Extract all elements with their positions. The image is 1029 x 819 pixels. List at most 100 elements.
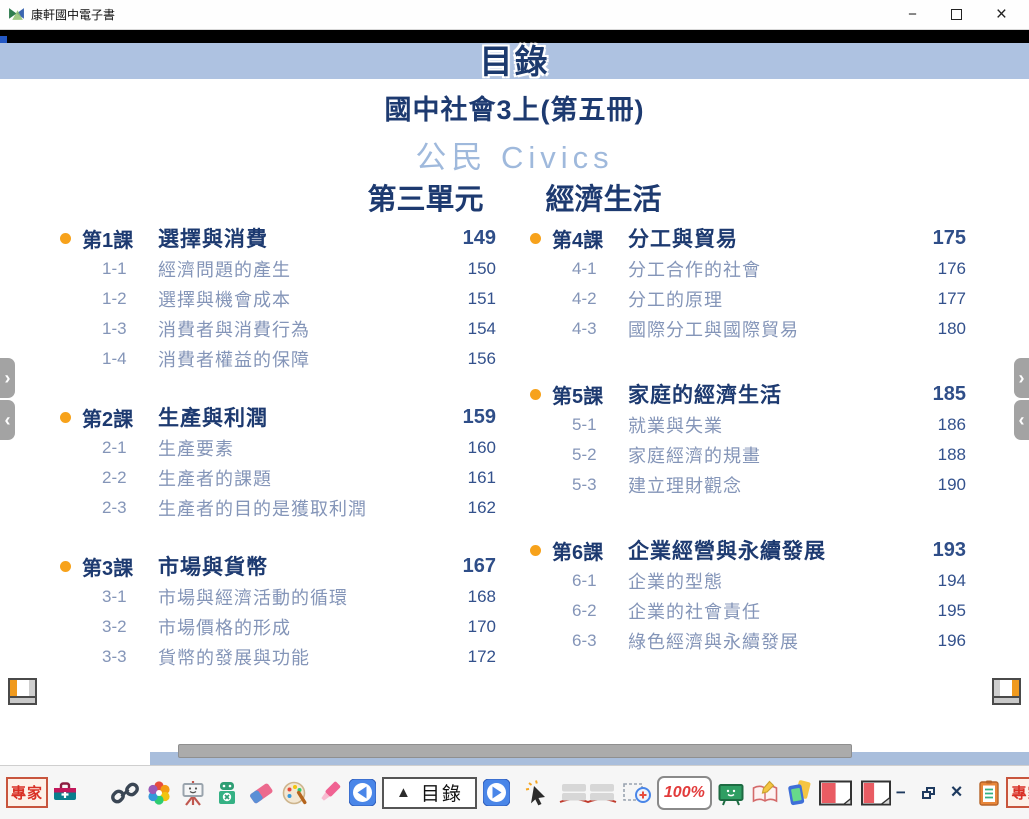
toc-item-1-3[interactable]: 1-3 消費者與消費行為 154 [60, 314, 496, 344]
corner-base [994, 696, 1019, 703]
lesson-page: 167 [463, 555, 496, 578]
expert-mode-button-right[interactable]: 專家 [1006, 777, 1029, 808]
item-title: 市場價格的形成 [158, 614, 468, 640]
toc-item-2-3[interactable]: 2-3 生產者的目的是獲取利潤 162 [60, 493, 496, 523]
prev-page-button[interactable] [346, 774, 378, 812]
toc-header-bar: 目錄 [0, 43, 1029, 79]
corner-edge [994, 680, 1000, 696]
eraser-button[interactable] [244, 774, 278, 812]
toc-columns: 第1課 選擇與消費 149 1-1 經濟問題的產生 150 1-2 選擇與機會成… [60, 222, 966, 699]
item-page: 154 [468, 319, 496, 339]
pinwheel-icon [144, 778, 174, 808]
window-title: 康軒國中電子書 [31, 6, 115, 23]
maximize-button[interactable] [951, 9, 962, 20]
book-pencil-icon [750, 778, 780, 808]
toc-item-1-1[interactable]: 1-1 經濟問題的產生 150 [60, 254, 496, 284]
toc-item-6-2[interactable]: 6-2 企業的社會責任 195 [530, 596, 966, 626]
page-indicator[interactable]: ▲ 目錄 [382, 777, 477, 809]
item-num: 6-2 [572, 601, 628, 621]
toc-lesson-6[interactable]: 第6課 企業經營與永續發展 193 [530, 534, 966, 566]
item-title: 消費者權益的保障 [158, 346, 468, 372]
one-page-view-button[interactable] [856, 774, 896, 812]
device-sync-button[interactable] [782, 774, 816, 812]
chalkboard-button[interactable] [714, 774, 748, 812]
toc-lesson-4[interactable]: 第4課 分工與貿易 175 [530, 222, 966, 254]
toc-item-2-2[interactable]: 2-2 生產者的課題 161 [60, 463, 496, 493]
toc-item-1-2[interactable]: 1-2 選擇與機會成本 151 [60, 284, 496, 314]
robot-helper-button[interactable] [210, 774, 244, 812]
item-title: 綠色經濟與永續發展 [628, 628, 938, 654]
toc-item-5-2[interactable]: 5-2 家庭經濟的規畫 188 [530, 440, 966, 470]
toc-item-3-1[interactable]: 3-1 市場與經濟活動的循環 168 [60, 582, 496, 612]
lesson-page: 185 [933, 383, 966, 406]
right-side-nav: › ‹ [1014, 358, 1029, 440]
item-num: 4-2 [572, 289, 628, 309]
paint-palette-button[interactable] [278, 774, 312, 812]
flip-forward-button[interactable]: › [1014, 358, 1029, 398]
bullet-icon [530, 233, 541, 244]
toc-lesson-1[interactable]: 第1課 選擇與消費 149 [60, 222, 496, 254]
toc-item-4-2[interactable]: 4-2 分工的原理 177 [530, 284, 966, 314]
lesson-page: 175 [933, 227, 966, 250]
lesson-page: 159 [463, 406, 496, 429]
toolbox-button[interactable] [48, 774, 82, 812]
toc-lesson-5[interactable]: 第5課 家庭的經濟生活 185 [530, 378, 966, 410]
item-num: 2-2 [102, 468, 158, 488]
flip-back-button[interactable]: ‹ [0, 400, 15, 440]
toc-item-5-1[interactable]: 5-1 就業與失業 186 [530, 410, 966, 440]
item-num: 6-1 [572, 571, 628, 591]
horizontal-scrollbar-thumb[interactable] [178, 744, 852, 758]
expert-mode-button-left[interactable]: 專家 [6, 777, 48, 808]
page-corner-left-button[interactable] [8, 678, 37, 705]
pinwheel-tools-button[interactable] [142, 774, 176, 812]
item-num: 1-1 [102, 259, 158, 279]
minimize-button[interactable]: − [908, 7, 917, 22]
up-triangle-icon: ▲ [396, 784, 411, 801]
toc-item-6-3[interactable]: 6-3 綠色經濟與永續發展 196 [530, 626, 966, 656]
item-page: 162 [468, 498, 496, 518]
restore-icon [922, 791, 931, 799]
toolbar-close-button[interactable]: × [951, 781, 963, 804]
toc-lesson-3[interactable]: 第3課 市場與貨幣 167 [60, 550, 496, 582]
lesson-title: 選擇與消費 [158, 223, 463, 253]
toc-item-4-3[interactable]: 4-3 國際分工與國際貿易 180 [530, 314, 966, 344]
page-title: 目錄 [480, 45, 550, 78]
annotate-book-button[interactable] [748, 774, 782, 812]
highlighter-button[interactable] [312, 774, 346, 812]
toolbar-restore-button[interactable] [922, 787, 935, 799]
book-spread-button[interactable] [555, 774, 621, 812]
toc-item-2-1[interactable]: 2-1 生產要素 160 [60, 433, 496, 463]
toc-item-5-3[interactable]: 5-3 建立理財觀念 190 [530, 470, 966, 500]
palette-icon [280, 778, 310, 808]
item-num: 4-1 [572, 259, 628, 279]
notes-list-button[interactable] [972, 774, 1006, 812]
two-page-view-button[interactable] [816, 774, 856, 812]
item-page: 170 [468, 617, 496, 637]
link-button[interactable] [108, 774, 142, 812]
item-title: 生產者的目的是獲取利潤 [158, 495, 468, 521]
page-corner-right-button[interactable] [992, 678, 1021, 705]
item-page: 186 [938, 415, 966, 435]
toc-lesson-2[interactable]: 第2課 生產與利潤 159 [60, 401, 496, 433]
toc-item-3-3[interactable]: 3-3 貨幣的發展與功能 172 [60, 642, 496, 672]
toc-item-3-2[interactable]: 3-2 市場價格的形成 170 [60, 612, 496, 642]
toc-column-left: 第1課 選擇與消費 149 1-1 經濟問題的產生 150 1-2 選擇與機會成… [60, 222, 496, 699]
toolbar-minimize-button[interactable]: − [896, 783, 906, 803]
flip-forward-button[interactable]: › [0, 358, 15, 398]
lesson-label: 第2課 [82, 403, 158, 432]
zoom-level-button[interactable]: 100% [657, 776, 712, 810]
select-cursor-button[interactable] [521, 774, 555, 812]
whiteboard-button[interactable] [176, 774, 210, 812]
item-num: 3-1 [102, 587, 158, 607]
toc-item-1-4[interactable]: 1-4 消費者權益的保障 156 [60, 344, 496, 374]
close-button[interactable]: × [996, 5, 1007, 24]
flip-back-button[interactable]: ‹ [1014, 400, 1029, 440]
zoom-area-button[interactable] [621, 774, 655, 812]
toc-item-4-1[interactable]: 4-1 分工合作的社會 176 [530, 254, 966, 284]
next-page-button[interactable] [481, 774, 513, 812]
toc-item-6-1[interactable]: 6-1 企業的型態 194 [530, 566, 966, 596]
toc-column-right: 第4課 分工與貿易 175 4-1 分工合作的社會 176 4-2 分工的原理 … [530, 222, 966, 699]
item-num: 5-3 [572, 475, 628, 495]
bullet-icon [60, 561, 71, 572]
two-page-view-icon [818, 779, 853, 807]
